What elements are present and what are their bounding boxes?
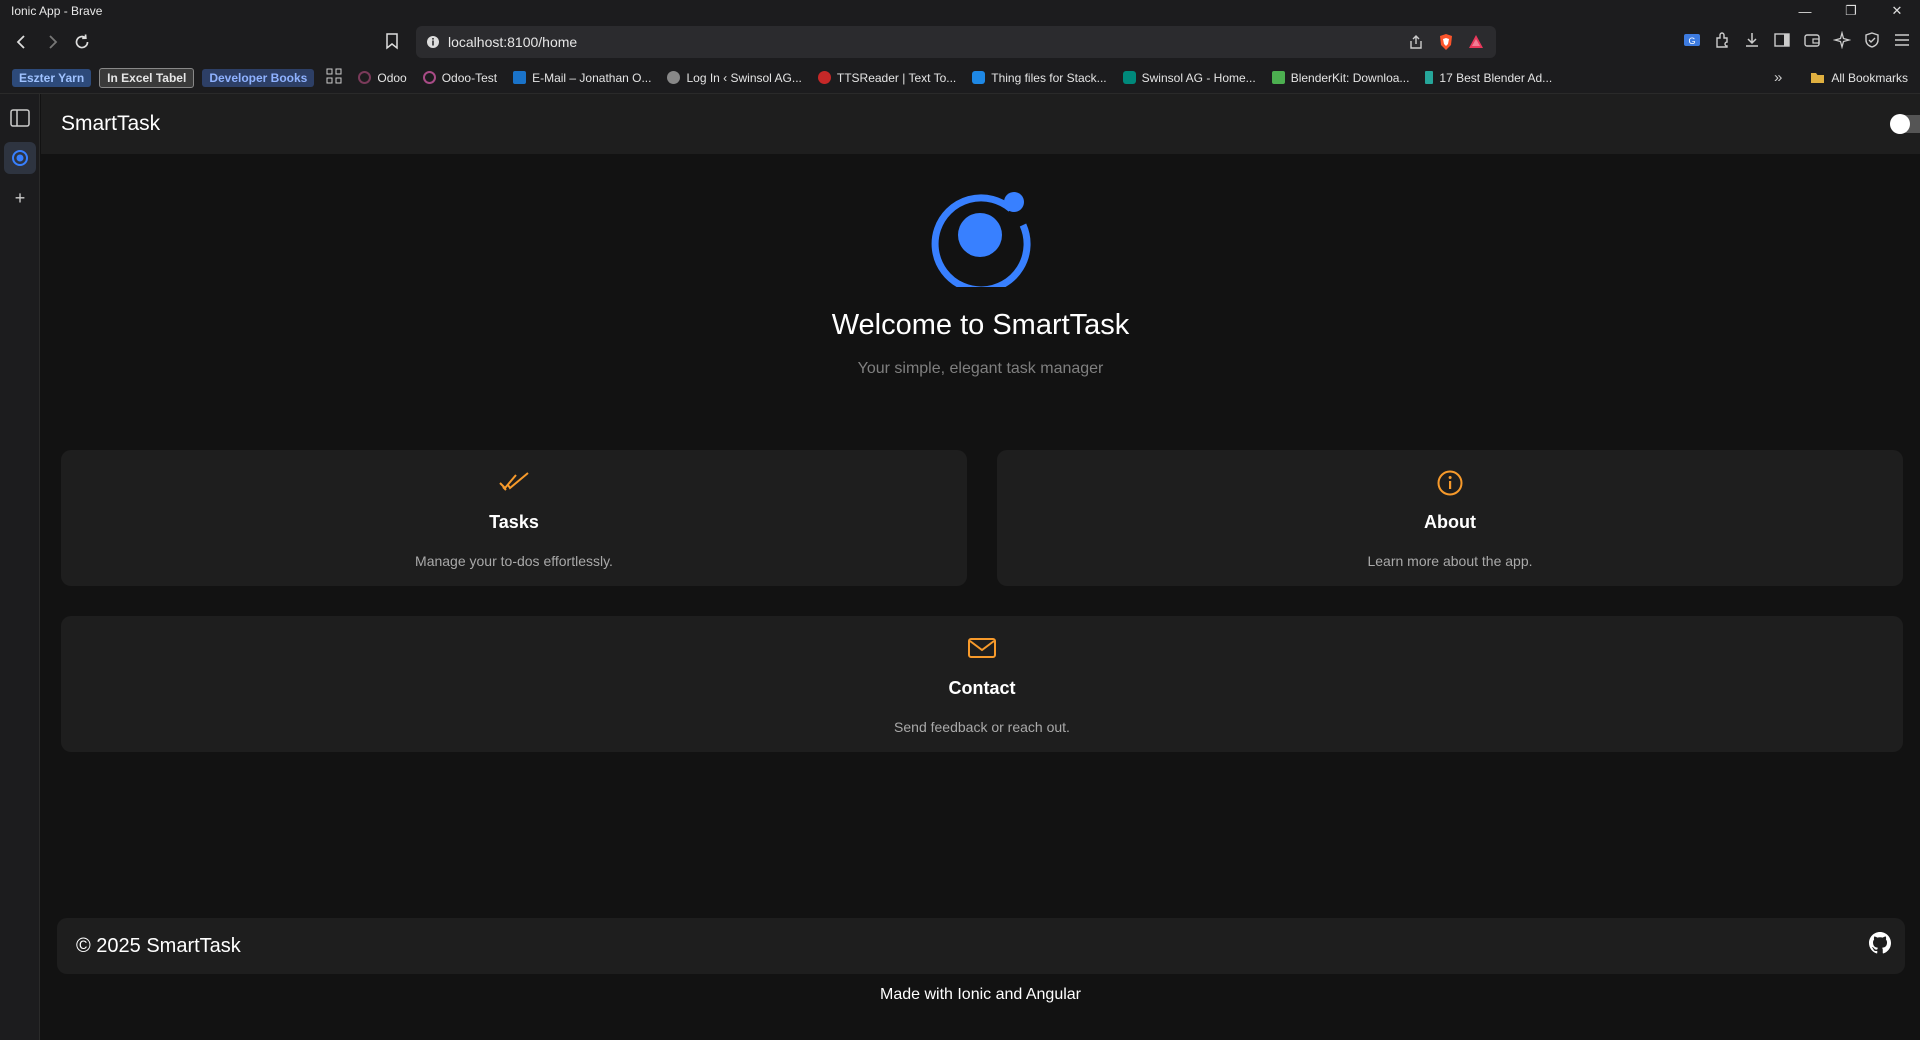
url-text[interactable]: localhost:8100/home — [448, 34, 577, 50]
forward-arrow-icon — [49, 35, 58, 49]
vpn-icon[interactable] — [1862, 30, 1882, 50]
mail-icon — [61, 636, 1903, 662]
tasks-card[interactable]: Tasks Manage your to-dos effortlessly. — [61, 450, 967, 586]
menu-icon[interactable] — [1892, 30, 1912, 50]
svg-text:G: G — [1688, 36, 1695, 46]
sidebar-panel-icon — [10, 109, 30, 127]
reload-icon — [75, 34, 89, 49]
welcome-title: Welcome to SmartTask — [831, 309, 1130, 341]
sidebar-tab-ionic[interactable] — [4, 142, 36, 174]
bookmark-icon — [386, 33, 398, 50]
bookmarks-bar: Eszter Yarn In Excel Tabel Developer Boo… — [0, 62, 1920, 94]
bookmark-swinsol-login[interactable]: Log In ‹ Swinsol AG... — [667, 71, 802, 85]
github-icon[interactable] — [1869, 932, 1891, 960]
tasks-card-title: Tasks — [489, 512, 539, 532]
info-icon — [997, 470, 1903, 496]
sidebar-add-button[interactable]: + — [4, 182, 36, 214]
bookmark-blenderkit[interactable]: BlenderKit: Downloa... — [1271, 71, 1409, 85]
download-icon[interactable] — [1742, 30, 1762, 50]
bookmark-thing-files[interactable]: Thing files for Stack... — [972, 71, 1107, 85]
reload-button[interactable] — [68, 28, 96, 56]
wallet-icon[interactable] — [1802, 30, 1822, 50]
hero-section: Welcome to SmartTask Your simple, elegan… — [41, 183, 1920, 378]
folder-icon — [1811, 73, 1825, 83]
window-title: Ionic App - Brave — [11, 4, 103, 18]
more-bookmarks-icon[interactable]: » — [1774, 69, 1782, 86]
back-button[interactable] — [8, 28, 36, 56]
bookmark-odoo-test[interactable]: Odoo-Test — [422, 71, 497, 85]
browser-sidebar: + — [0, 94, 40, 1040]
bookmark-odoo[interactable]: Odoo — [358, 71, 407, 85]
bookmark-tag-excel[interactable]: In Excel Tabel — [99, 67, 195, 88]
about-card[interactable]: About Learn more about the app. — [997, 450, 1903, 586]
app-page: SmartTask Welcome to SmartTask Your simp… — [41, 94, 1920, 1040]
bookmark-swinsol-home[interactable]: Swinsol AG - Home... — [1122, 71, 1256, 85]
back-arrow-icon — [16, 35, 25, 49]
app-header: SmartTask — [41, 94, 1920, 154]
about-card-title: About — [1424, 512, 1476, 532]
bookmark-ttsreader[interactable]: TTSReader | Text To... — [817, 71, 956, 85]
tasks-card-desc: Manage your to-dos effortlessly. — [415, 553, 613, 569]
plus-icon: + — [14, 187, 26, 208]
made-with-text: Made with Ionic and Angular — [879, 986, 1081, 1003]
share-icon[interactable] — [1408, 34, 1424, 50]
ionic-favicon-icon — [12, 150, 28, 166]
restore-button[interactable]: ❐ — [1828, 0, 1874, 22]
sidebar-panel-button[interactable] — [4, 102, 36, 134]
bookmark-page-button[interactable] — [384, 32, 400, 55]
bookmark-tag-eszter-yarn[interactable]: Eszter Yarn — [12, 68, 92, 87]
window-titlebar: Ionic App - Brave — ❐ ✕ — [0, 0, 1920, 22]
address-bar[interactable]: localhost:8100/home — [416, 26, 1496, 58]
apps-grid-icon[interactable] — [326, 68, 342, 87]
dark-mode-toggle[interactable] — [1890, 114, 1920, 134]
brave-shields-icon[interactable] — [1438, 33, 1454, 51]
about-card-desc: Learn more about the app. — [1367, 553, 1533, 569]
app-brand: SmartTask — [61, 112, 161, 135]
leo-ai-icon[interactable] — [1832, 30, 1852, 50]
checkmark-done-icon — [61, 470, 967, 496]
sidebar-toggle-icon[interactable] — [1772, 30, 1792, 50]
bookmark-blender-addons[interactable]: 17 Best Blender Ad... — [1425, 71, 1552, 85]
forward-button[interactable] — [38, 28, 66, 56]
all-bookmarks-folder[interactable]: All Bookmarks — [1810, 71, 1908, 85]
welcome-subtitle: Your simple, elegant task manager — [857, 360, 1104, 377]
contact-card-desc: Send feedback or reach out. — [894, 719, 1070, 735]
brave-rewards-icon[interactable] — [1468, 34, 1484, 50]
footer-copyright: © 2025 SmartTask — [76, 934, 241, 957]
bookmark-email[interactable]: E-Mail – Jonathan O... — [513, 71, 651, 85]
close-window-button[interactable]: ✕ — [1874, 0, 1920, 22]
browser-toolbar: localhost:8100/home G — [0, 22, 1920, 62]
contact-card[interactable]: Contact Send feedback or reach out. — [61, 616, 1903, 752]
bookmark-tag-developer-books[interactable]: Developer Books — [202, 68, 315, 87]
extensions-icon[interactable] — [1712, 30, 1732, 50]
contact-card-title: Contact — [948, 678, 1016, 698]
ionic-logo-icon — [929, 183, 1033, 294]
app-footer: © 2025 SmartTask — [57, 918, 1905, 974]
site-info-icon[interactable] — [426, 35, 440, 49]
minimize-button[interactable]: — — [1782, 0, 1828, 22]
translate-icon[interactable]: G — [1682, 30, 1702, 50]
